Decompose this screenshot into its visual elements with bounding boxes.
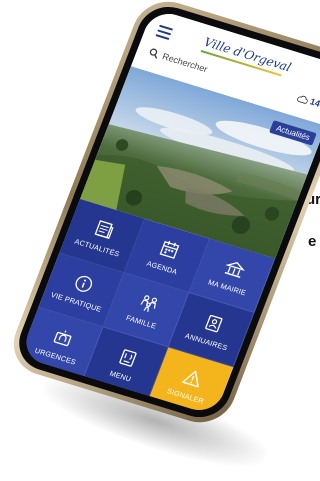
townhall-icon: [221, 256, 247, 281]
tile-label: ACTUALITÉS: [73, 236, 122, 259]
search-icon: [149, 48, 158, 59]
phone-mockup: Ville d'Orgeval 14°: [0, 0, 320, 458]
info-icon: [70, 271, 96, 296]
temperature: 14°: [308, 96, 320, 110]
menu-card-icon: [115, 345, 141, 370]
tile-label: ANNUAIRES: [183, 330, 230, 352]
cloud-icon: [297, 95, 309, 104]
family-icon: [135, 291, 161, 316]
calendar-icon: [156, 237, 182, 262]
warning-icon: [180, 365, 206, 390]
tile-label: MA MAIRIE: [207, 277, 248, 297]
tile-label: MENU: [108, 368, 133, 384]
phone-bezel: Ville d'Orgeval 14°: [10, 0, 320, 425]
tile-label: SIGNALER: [165, 385, 206, 406]
phone-frame: Ville d'Orgeval 14°: [3, 0, 320, 431]
app-screen: Ville d'Orgeval 14°: [19, 8, 320, 416]
newspaper-icon: [91, 217, 117, 242]
siren-icon: [49, 325, 75, 350]
tile-label: URGENCES: [33, 345, 78, 367]
hamburger-menu-icon[interactable]: [154, 24, 174, 43]
tile-label: VIE PRATIQUE: [49, 289, 104, 314]
weather-widget: 14°: [296, 93, 320, 110]
directory-icon: [200, 311, 226, 336]
